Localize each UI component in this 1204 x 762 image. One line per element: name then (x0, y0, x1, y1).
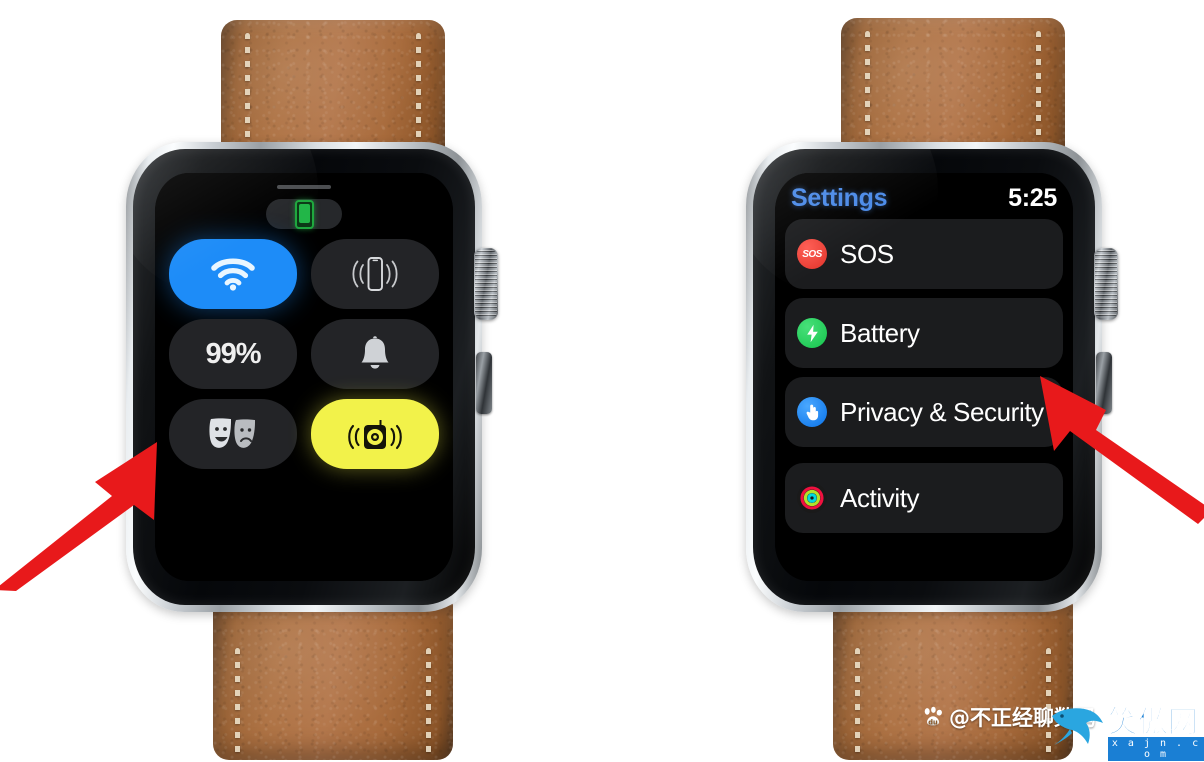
watch-bezel: Settings 5:25 SOS SOS Battery Privacy & … (753, 149, 1095, 605)
settings-row-label: Battery (840, 317, 920, 348)
sos-icon: SOS (797, 239, 827, 269)
wifi-toggle[interactable] (169, 239, 297, 309)
control-center-grid: 99% (169, 239, 439, 469)
settings-header: Settings 5:25 (791, 183, 1057, 213)
digital-crown[interactable] (1094, 248, 1118, 320)
settings-app: Settings 5:25 SOS SOS Battery Privacy & … (775, 173, 1073, 581)
battery-percentage-button[interactable]: 99% (169, 319, 297, 389)
watch-bezel: 99% (133, 149, 475, 605)
settings-row-activity[interactable]: Activity (785, 463, 1063, 533)
phone-connection-status[interactable] (266, 199, 342, 229)
xajn-domain: x a j n . c o m (1108, 737, 1204, 761)
svg-text:du: du (928, 718, 938, 726)
band-stitching-left (855, 648, 860, 754)
phone-connected-icon (294, 199, 314, 229)
side-button[interactable] (1096, 352, 1112, 414)
theater-masks-icon (209, 418, 256, 448)
bell-icon (361, 336, 389, 369)
settings-row-battery[interactable]: Battery (785, 298, 1063, 368)
leather-grain-texture (213, 600, 453, 760)
battery-bolt-icon (797, 318, 827, 348)
side-button[interactable] (476, 352, 492, 414)
privacy-hand-icon (797, 397, 827, 427)
ping-iphone-icon (352, 257, 398, 291)
watch-band-bottom (213, 600, 453, 760)
xajn-site-name: 笑傲网 (1108, 704, 1199, 740)
screenshot-canvas: 99% Settings 5:25 SOS SOS Battery Privac… (0, 0, 1204, 762)
watch-screen-right: Settings 5:25 SOS SOS Battery Privacy & … (775, 173, 1073, 581)
ping-iphone-button[interactable] (311, 239, 439, 309)
crown-ridges (475, 250, 497, 318)
dolphin-icon (1046, 700, 1106, 757)
xajn-text-block: 笑傲网 x a j n . c o m (1108, 704, 1204, 761)
band-stitching-right (426, 648, 431, 754)
settings-row-privacy[interactable]: Privacy & Security (785, 377, 1063, 447)
baidu-paw-icon: du (922, 706, 944, 728)
settings-row-label: SOS (840, 238, 894, 269)
sheet-grabber[interactable] (277, 185, 331, 189)
walkie-talkie-icon (348, 420, 402, 450)
activity-rings-icon (797, 483, 827, 513)
battery-percentage-label: 99% (205, 337, 261, 370)
settings-row-sos[interactable]: SOS SOS (785, 219, 1063, 289)
watch-band-bottom (833, 600, 1073, 760)
watch-case: Settings 5:25 SOS SOS Battery Privacy & … (746, 142, 1102, 612)
right-watch: Settings 5:25 SOS SOS Battery Privacy & … (738, 0, 1168, 762)
status-time: 5:25 (1008, 183, 1057, 212)
silent-mode-button[interactable] (311, 319, 439, 389)
settings-row-label: Privacy & Security (840, 396, 1044, 427)
left-watch: 99% (118, 0, 548, 762)
watch-screen-left: 99% (155, 173, 453, 581)
xajn-watermark: 笑傲网 x a j n . c o m (1046, 700, 1204, 761)
leather-grain-texture (833, 600, 1073, 760)
settings-list: SOS SOS Battery Privacy & Security Activ… (785, 219, 1063, 581)
settings-row-label: Activity (840, 482, 920, 513)
control-center: 99% (155, 173, 453, 581)
walkie-talkie-button[interactable] (311, 399, 439, 469)
band-stitching-left (235, 648, 240, 754)
theater-mode-button[interactable] (169, 399, 297, 469)
page-title: Settings (791, 183, 888, 212)
watch-case: 99% (126, 142, 482, 612)
crown-ridges (1095, 250, 1117, 318)
digital-crown[interactable] (474, 248, 498, 320)
wifi-icon (211, 258, 255, 291)
